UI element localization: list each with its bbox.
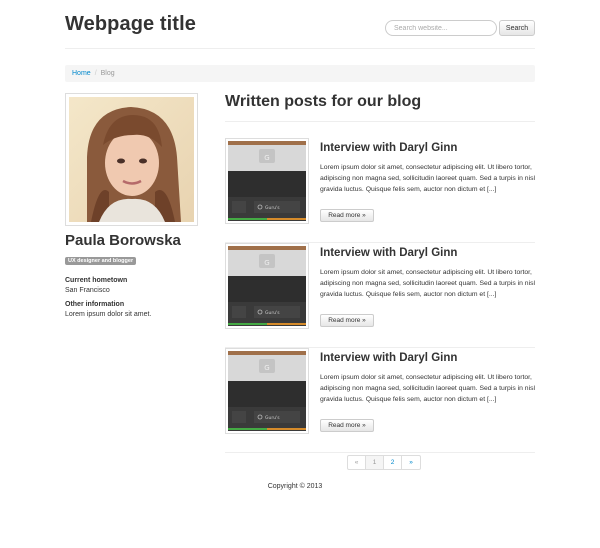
search-input[interactable] [385,20,497,36]
thumb-label: Guru's [265,415,280,421]
posts-heading: Written posts for our blog [225,93,422,110]
pagination-page-2[interactable]: 2 [384,456,402,469]
pagination-next[interactable]: » [402,456,420,469]
post-thumbnail[interactable]: G Guru's [225,348,309,434]
pagination-prev[interactable]: « [348,456,366,469]
profile-photo-image [69,97,194,222]
profile-photo [65,93,198,226]
heading-divider [225,121,535,122]
post-thumbnail-image: G Guru's [228,351,306,431]
post-divider [225,452,535,453]
read-more-button[interactable]: Read more » [320,419,374,432]
profile-name: Paula Borowska [65,232,181,249]
role-badge: UX designer and blogger [65,257,137,265]
post-title[interactable]: Interview with Daryl Ginn [320,247,457,259]
blog-post: G Guru's Interview with Daryl Ginn Lorem… [225,243,535,348]
breadcrumb-home-link[interactable]: Home [72,70,91,77]
post-thumbnail-image: G Guru's [228,246,306,326]
read-more-button[interactable]: Read more » [320,209,374,222]
site-title: Webpage title [65,13,196,35]
breadcrumb-current: Blog [100,70,115,77]
pagination: « 1 2 » [347,455,421,470]
breadcrumb: Home / Blog [65,65,535,82]
post-excerpt: Lorem ipsum dolor sit amet, consectetur … [320,374,535,403]
post-thumbnail[interactable]: G Guru's [225,138,309,224]
hometown-value: San Francisco [65,287,110,294]
svg-text:G: G [264,259,269,267]
svg-text:G: G [264,154,269,162]
header-divider [65,48,535,49]
hometown-label: Current hometown [65,277,128,284]
read-more-button[interactable]: Read more » [320,314,374,327]
post-title[interactable]: Interview with Daryl Ginn [320,352,457,364]
other-info-label: Other information [65,301,125,308]
thumb-label: Guru's [265,205,280,211]
blog-post: G Guru's Interview with Daryl Ginn Lorem… [225,138,535,243]
blog-post: G Guru's Interview with Daryl Ginn Lorem… [225,348,535,453]
svg-text:G: G [264,364,269,372]
post-excerpt: Lorem ipsum dolor sit amet, consectetur … [320,164,535,193]
post-thumbnail-image: G Guru's [228,141,306,221]
post-thumbnail[interactable]: G Guru's [225,243,309,329]
search-button[interactable]: Search [499,20,535,36]
post-title[interactable]: Interview with Daryl Ginn [320,142,457,154]
thumb-label: Guru's [265,310,280,316]
pagination-page-1[interactable]: 1 [366,456,384,469]
breadcrumb-separator: / [94,70,97,77]
page-header: Webpage title Search [65,12,535,46]
post-excerpt: Lorem ipsum dolor sit amet, consectetur … [320,269,535,298]
other-info-value: Lorem ipsum dolor sit amet. [65,311,152,318]
copyright: Copyright © 2013 [267,483,323,490]
